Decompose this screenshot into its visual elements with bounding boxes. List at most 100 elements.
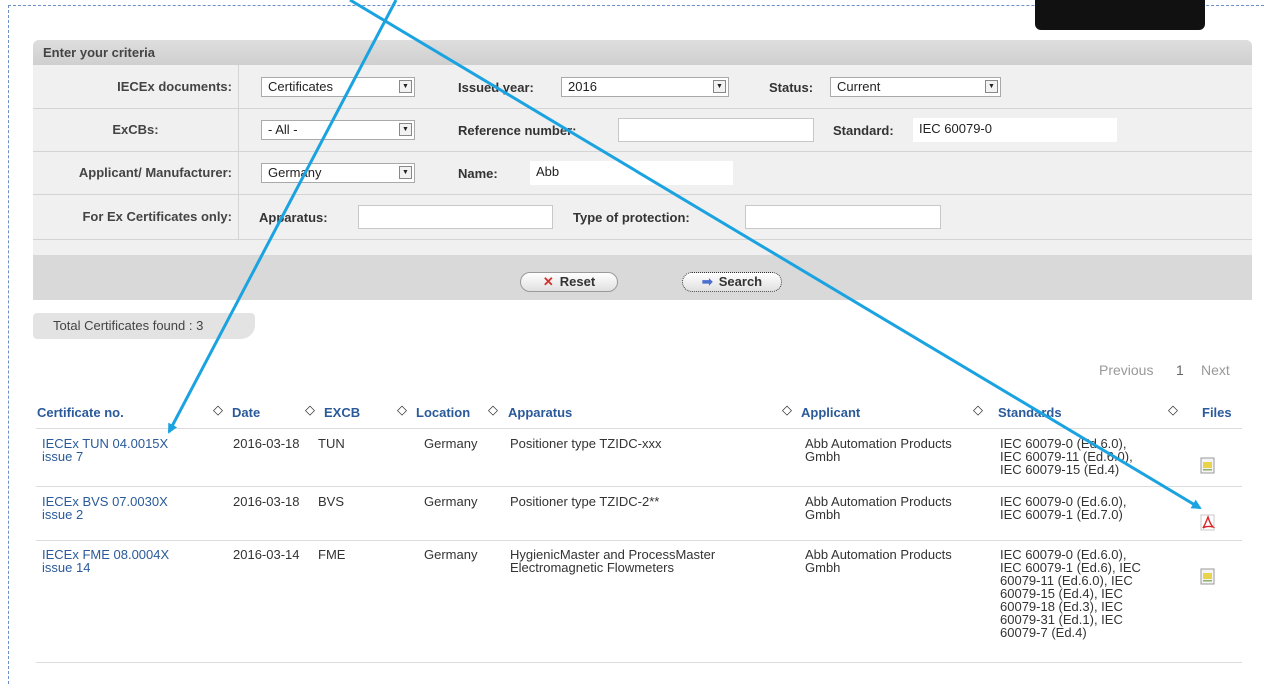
header-date[interactable]: Date — [232, 405, 260, 420]
reset-button[interactable]: ✕ Reset — [520, 272, 618, 292]
search-label: Search — [718, 274, 763, 289]
standards-line: IEC 60079-15 (Ed.4) — [1000, 462, 1120, 477]
applicant-cell: Abb Automation Products Gmbh — [805, 495, 952, 521]
applicant-manufacturer-label: Applicant/ Manufacturer: — [33, 151, 239, 194]
name-label: Name: — [458, 166, 498, 181]
location-cell: Germany — [424, 494, 478, 509]
criteria-row-documents: IECEx documents: Certificates ▼ Issued y… — [33, 65, 1252, 109]
issued-year-value: 2016 — [568, 79, 597, 94]
certificate-link[interactable]: IECEx BVS 07.0030X issue 2 — [42, 495, 168, 521]
document-icon[interactable] — [1199, 568, 1217, 586]
action-bar: ✕ Reset ➡ Search — [33, 255, 1252, 300]
pager-page-1[interactable]: 1 — [1176, 362, 1184, 378]
criteria-row-applicant: Applicant/ Manufacturer: Germany ▼ Name:… — [33, 151, 1252, 195]
panel-title: Enter your criteria — [33, 40, 1252, 65]
applicant-cell: Abb Automation Products Gmbh — [805, 437, 952, 463]
criteria-row-ex-only: For Ex Certificates only: Apparatus: Typ… — [33, 194, 1252, 240]
certificate-issue[interactable]: issue 7 — [42, 450, 168, 463]
header-excb[interactable]: EXCB — [324, 405, 360, 420]
standards-cell: IEC 60079-0 (Ed.6.0), IEC 60079-1 (Ed.6)… — [1000, 548, 1141, 639]
header-apparatus[interactable]: Apparatus — [508, 405, 572, 420]
app-store-badge[interactable] — [1035, 0, 1205, 30]
standards-cell: IEC 60079-0 (Ed.6.0), IEC 60079-1 (Ed.7.… — [1000, 495, 1126, 521]
applicant-line: Gmbh — [805, 560, 841, 575]
apparatus-cell: HygienicMaster and ProcessMaster Electro… — [510, 548, 715, 574]
sort-icon[interactable]: ◇ — [213, 402, 223, 418]
reset-label: Reset — [559, 274, 596, 289]
pager-next[interactable]: Next — [1201, 362, 1230, 378]
excbs-label: ExCBs: — [33, 108, 239, 151]
status-label: Status: — [769, 80, 814, 95]
sort-icon[interactable]: ◇ — [305, 402, 315, 418]
chevron-down-icon[interactable]: ▼ — [985, 80, 998, 93]
standard-label: Standard: — [833, 123, 894, 138]
pager-previous[interactable]: Previous — [1099, 362, 1153, 378]
iecex-documents-select[interactable]: Certificates ▼ — [261, 77, 415, 97]
pdf-icon[interactable] — [1199, 514, 1217, 532]
type-of-protection-input[interactable] — [745, 205, 941, 229]
applicant-cell: Abb Automation Products Gmbh — [805, 548, 952, 574]
applicant-country-value: Germany — [268, 165, 322, 180]
standards-cell: IEC 60079-0 (Ed.6.0), IEC 60079-11 (Ed.6… — [1000, 437, 1133, 476]
applicant-line: Gmbh — [805, 449, 841, 464]
table-divider — [36, 486, 1242, 487]
excbs-value: - All - — [268, 122, 298, 137]
apparatus-line: Positioner type TZIDC-xxx — [510, 436, 662, 451]
header-location[interactable]: Location — [416, 405, 470, 420]
document-icon[interactable] — [1199, 457, 1217, 475]
chevron-down-icon[interactable]: ▼ — [713, 80, 726, 93]
apparatus-line: Positioner type TZIDC-2** — [510, 494, 660, 509]
date-cell: 2016-03-14 — [233, 547, 300, 562]
header-applicant[interactable]: Applicant — [801, 405, 860, 420]
location-cell: Germany — [424, 547, 478, 562]
sort-icon[interactable]: ◇ — [973, 402, 983, 418]
excb-cell: FME — [318, 547, 346, 562]
table-divider — [36, 540, 1242, 541]
date-cell: 2016-03-18 — [233, 436, 300, 451]
name-input[interactable]: Abb — [530, 161, 733, 185]
sort-icon[interactable]: ◇ — [397, 402, 407, 418]
apparatus-cell: Positioner type TZIDC-xxx — [510, 437, 661, 450]
standard-input[interactable]: IEC 60079-0 — [913, 118, 1117, 142]
issued-year-select[interactable]: 2016 ▼ — [561, 77, 729, 97]
apparatus-line: Electromagnetic Flowmeters — [510, 560, 674, 575]
reference-number-input[interactable] — [618, 118, 814, 142]
certificate-link[interactable]: IECEx FME 08.0004X issue 14 — [42, 548, 169, 574]
header-certificate[interactable]: Certificate no. — [37, 405, 124, 420]
excb-cell: BVS — [318, 494, 345, 509]
date-cell: 2016-03-18 — [233, 494, 300, 509]
excb-cell: TUN — [318, 436, 345, 451]
excbs-select[interactable]: - All - ▼ — [261, 120, 415, 140]
chevron-down-icon[interactable]: ▼ — [399, 166, 412, 179]
ex-certificates-only-label: For Ex Certificates only: — [33, 194, 239, 239]
sort-icon[interactable]: ◇ — [488, 402, 498, 418]
criteria-row-excbs: ExCBs: - All - ▼ Reference number: Stand… — [33, 108, 1252, 152]
issued-year-label: Issued year: — [458, 80, 534, 95]
certificate-issue[interactable]: issue 2 — [42, 508, 168, 521]
iecex-documents-value: Certificates — [268, 79, 334, 94]
certificate-link[interactable]: IECEx TUN 04.0015X issue 7 — [42, 437, 168, 463]
status-select[interactable]: Current ▼ — [830, 77, 1001, 97]
header-standards[interactable]: Standards — [998, 405, 1062, 420]
reference-number-label: Reference number: — [458, 123, 577, 138]
certificate-issue[interactable]: issue 14 — [42, 561, 169, 574]
sort-icon[interactable]: ◇ — [1168, 402, 1178, 418]
chevron-down-icon[interactable]: ▼ — [399, 80, 412, 93]
type-of-protection-label: Type of protection: — [573, 210, 690, 225]
total-count-badge: Total Certificates found : 3 — [33, 313, 255, 339]
applicant-country-select[interactable]: Germany ▼ — [261, 163, 415, 183]
iecex-documents-label: IECEx documents: — [33, 65, 239, 108]
status-value: Current — [837, 79, 881, 94]
apparatus-label: Apparatus: — [259, 210, 328, 225]
standards-line: IEC 60079-1 (Ed.7.0) — [1000, 507, 1123, 522]
header-files: Files — [1202, 405, 1232, 420]
apparatus-input[interactable] — [358, 205, 553, 229]
search-criteria-panel: Enter your criteria IECEx documents: Cer… — [33, 40, 1252, 300]
table-divider — [36, 428, 1242, 429]
page-frame-left — [8, 5, 9, 684]
search-button[interactable]: ➡ Search — [682, 272, 782, 292]
chevron-down-icon[interactable]: ▼ — [399, 123, 412, 136]
arrow-right-icon: ➡ — [701, 274, 713, 289]
sort-icon[interactable]: ◇ — [782, 402, 792, 418]
close-icon: ✕ — [542, 274, 554, 289]
